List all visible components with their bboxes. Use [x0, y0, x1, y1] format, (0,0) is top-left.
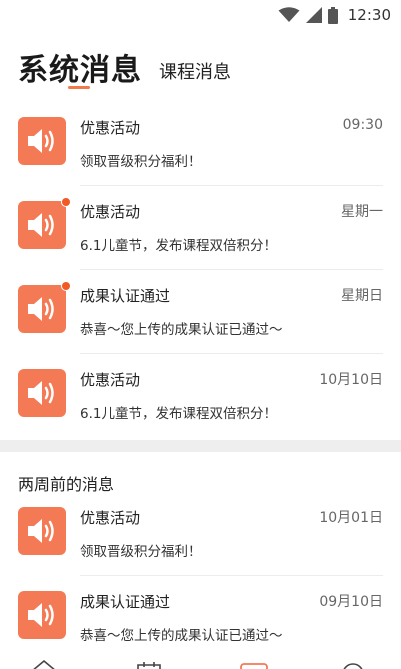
speaker-icon	[28, 603, 54, 627]
status-bar: 12:30	[0, 0, 401, 30]
history-message-list: 优惠活动 10月01日 领取晋级积分福利！ 成果认证通过 09月10日 恭喜～您…	[0, 492, 401, 656]
speaker-icon	[28, 297, 54, 321]
message-item[interactable]: 优惠活动 星期一 6.1儿童节，发布课程双倍积分！	[0, 186, 401, 270]
message-body: 领取晋级积分福利！	[80, 154, 202, 170]
section-divider	[0, 440, 401, 452]
unread-dot	[61, 197, 71, 207]
message-icon[interactable]	[240, 663, 268, 669]
message-item[interactable]: 成果认证通过 星期日 恭喜～您上传的成果认证已通过～	[0, 270, 401, 354]
tab-system-messages[interactable]: 系统消息	[18, 45, 142, 89]
message-time: 10月10日	[319, 372, 383, 388]
message-title: 成果认证通过	[80, 287, 171, 305]
tab-course-messages[interactable]: 课程消息	[159, 58, 231, 84]
message-item[interactable]: 优惠活动 09:30 领取晋级积分福利！	[0, 102, 401, 186]
message-body: 恭喜～您上传的成果认证已通过～	[80, 628, 283, 644]
message-icon-box	[18, 507, 66, 555]
battery-icon	[327, 6, 338, 24]
message-body: 恭喜～您上传的成果认证已通过～	[80, 322, 283, 338]
status-time: 12:30	[347, 6, 391, 24]
message-body: 6.1儿童节，发布课程双倍积分！	[80, 238, 277, 254]
signal-icon	[305, 7, 322, 23]
speaker-icon	[28, 213, 54, 237]
message-body: 领取晋级积分福利！	[80, 544, 202, 560]
message-item[interactable]: 优惠活动 10月01日 领取晋级积分福利！	[0, 492, 401, 576]
message-icon-box	[18, 201, 66, 249]
message-item[interactable]: 优惠活动 10月10日 6.1儿童节，发布课程双倍积分！	[0, 354, 401, 438]
speaker-icon	[28, 129, 54, 153]
recent-message-list: 优惠活动 09:30 领取晋级积分福利！ 优惠活动 星期一 6.1儿童节，发布课…	[0, 102, 401, 440]
speaker-icon	[28, 519, 54, 543]
active-tab-indicator	[68, 86, 90, 89]
message-body: 6.1儿童节，发布课程双倍积分！	[80, 406, 277, 422]
message-time: 星期一	[341, 204, 383, 220]
message-title: 优惠活动	[80, 371, 141, 389]
message-title: 成果认证通过	[80, 593, 171, 611]
course-icon[interactable]	[137, 662, 161, 669]
message-time: 10月01日	[319, 510, 383, 526]
wifi-icon	[278, 7, 300, 22]
message-icon-box	[18, 117, 66, 165]
unread-dot	[61, 281, 71, 291]
bottom-nav	[0, 656, 401, 669]
message-item[interactable]: 成果认证通过 09月10日 恭喜～您上传的成果认证已通过～	[0, 576, 401, 660]
speaker-icon	[28, 381, 54, 405]
message-time: 09:30	[342, 117, 383, 133]
message-tabs: 系统消息 课程消息	[0, 38, 401, 98]
message-title: 优惠活动	[80, 119, 141, 137]
message-icon-box	[18, 591, 66, 639]
message-time: 09月10日	[319, 594, 383, 610]
message-title: 优惠活动	[80, 203, 141, 221]
status-icons: 12:30	[278, 5, 391, 25]
message-title: 优惠活动	[80, 509, 141, 527]
profile-icon[interactable]	[343, 663, 363, 669]
message-time: 星期日	[341, 288, 383, 304]
message-icon-box	[18, 285, 66, 333]
message-icon-box	[18, 369, 66, 417]
home-icon[interactable]	[32, 659, 56, 669]
